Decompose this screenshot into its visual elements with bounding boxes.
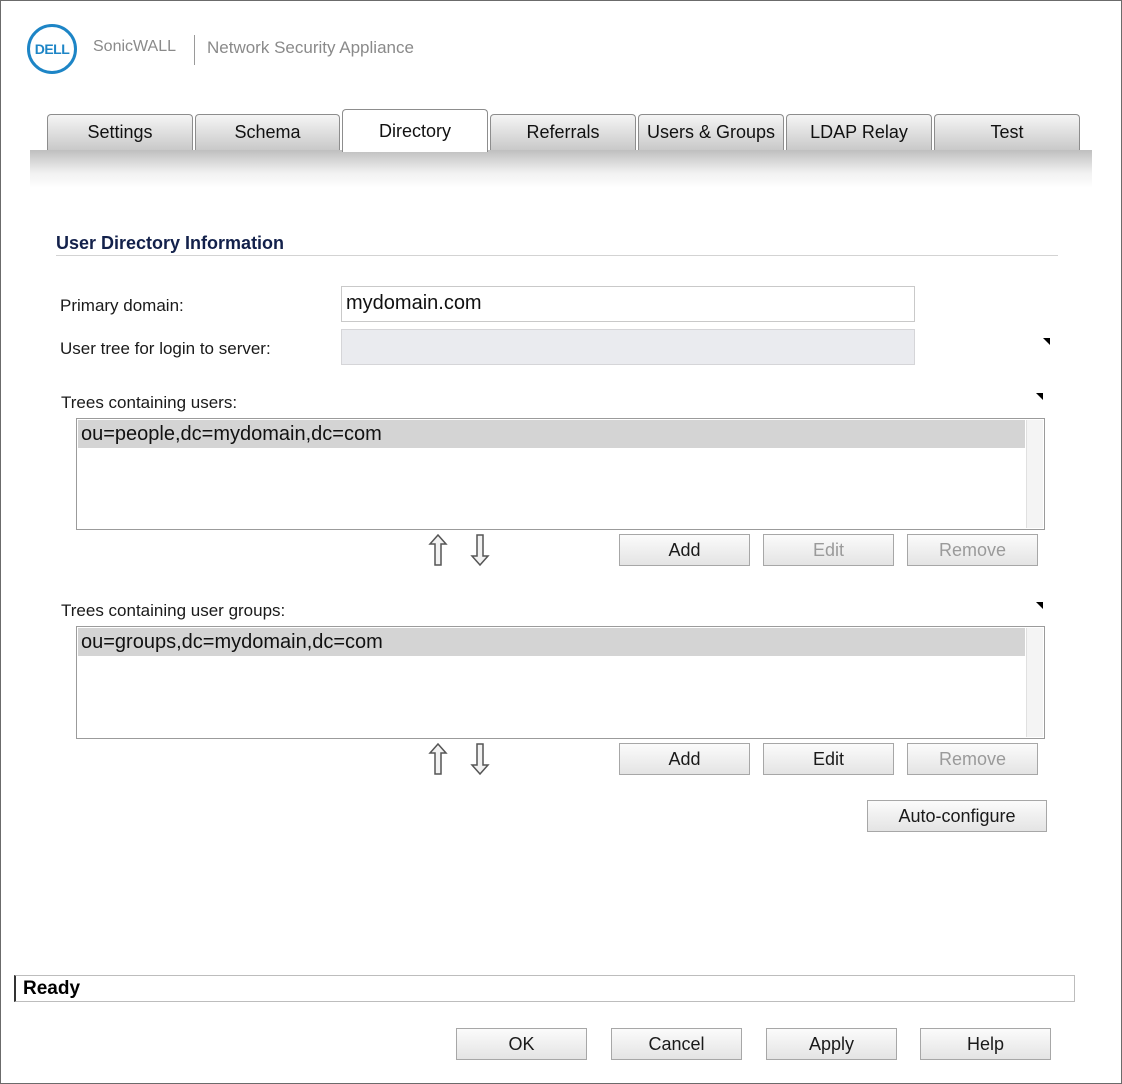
cancel-button[interactable]: Cancel <box>611 1028 742 1060</box>
tab-ldap-relay[interactable]: LDAP Relay <box>786 114 932 150</box>
tab-bar-background <box>30 150 1092 188</box>
move-up-arrow-icon[interactable] <box>428 742 448 776</box>
users-trees-scrollbar[interactable] <box>1026 420 1043 528</box>
user-tree-corner-icon <box>1043 338 1050 345</box>
group-trees-list[interactable]: ou=groups,dc=mydomain,dc=com <box>76 626 1045 739</box>
apply-button[interactable]: Apply <box>766 1028 897 1060</box>
group-trees-scrollbar[interactable] <box>1026 628 1043 737</box>
brand-name: SonicWALL <box>93 38 176 55</box>
users-add-button[interactable]: Add <box>619 534 750 566</box>
users-trees-list[interactable]: ou=people,dc=mydomain,dc=com <box>76 418 1045 530</box>
users-trees-label: Trees containing users: <box>61 393 238 412</box>
move-down-arrow-icon[interactable] <box>470 742 490 776</box>
groups-add-button[interactable]: Add <box>619 743 750 775</box>
tab-referrals[interactable]: Referrals <box>490 114 636 150</box>
groups-remove-button[interactable]: Remove <box>907 743 1038 775</box>
dell-logo-text: DELL <box>34 41 70 57</box>
dell-logo: DELL <box>27 24 77 74</box>
users-trees-corner-icon <box>1036 393 1043 400</box>
tab-users-groups[interactable]: Users & Groups <box>638 114 784 150</box>
group-trees-corner-icon <box>1036 602 1043 609</box>
help-button[interactable]: Help <box>920 1028 1051 1060</box>
tab-test[interactable]: Test <box>934 114 1080 150</box>
group-trees-label: Trees containing user groups: <box>61 601 286 620</box>
section-divider <box>56 255 1058 256</box>
ok-button[interactable]: OK <box>456 1028 587 1060</box>
section-title: User Directory Information <box>56 233 285 253</box>
move-up-arrow-icon[interactable] <box>428 533 448 567</box>
users-edit-button[interactable]: Edit <box>763 534 894 566</box>
move-down-arrow-icon[interactable] <box>470 533 490 567</box>
groups-edit-button[interactable]: Edit <box>763 743 894 775</box>
tab-settings[interactable]: Settings <box>47 114 193 150</box>
header-divider <box>194 35 195 65</box>
product-name: Network Security Appliance <box>207 38 414 57</box>
primary-domain-input[interactable]: mydomain.com <box>341 286 915 322</box>
auto-configure-button[interactable]: Auto-configure <box>867 800 1047 832</box>
tab-schema[interactable]: Schema <box>195 114 340 150</box>
users-remove-button[interactable]: Remove <box>907 534 1038 566</box>
list-item[interactable]: ou=people,dc=mydomain,dc=com <box>78 420 1025 448</box>
list-item[interactable]: ou=groups,dc=mydomain,dc=com <box>78 628 1025 656</box>
status-bar: Ready <box>14 975 1075 1002</box>
tab-directory[interactable]: Directory <box>342 109 488 152</box>
user-tree-label: User tree for login to server: <box>60 339 271 358</box>
user-tree-input[interactable] <box>341 329 915 365</box>
primary-domain-label: Primary domain: <box>60 296 184 315</box>
